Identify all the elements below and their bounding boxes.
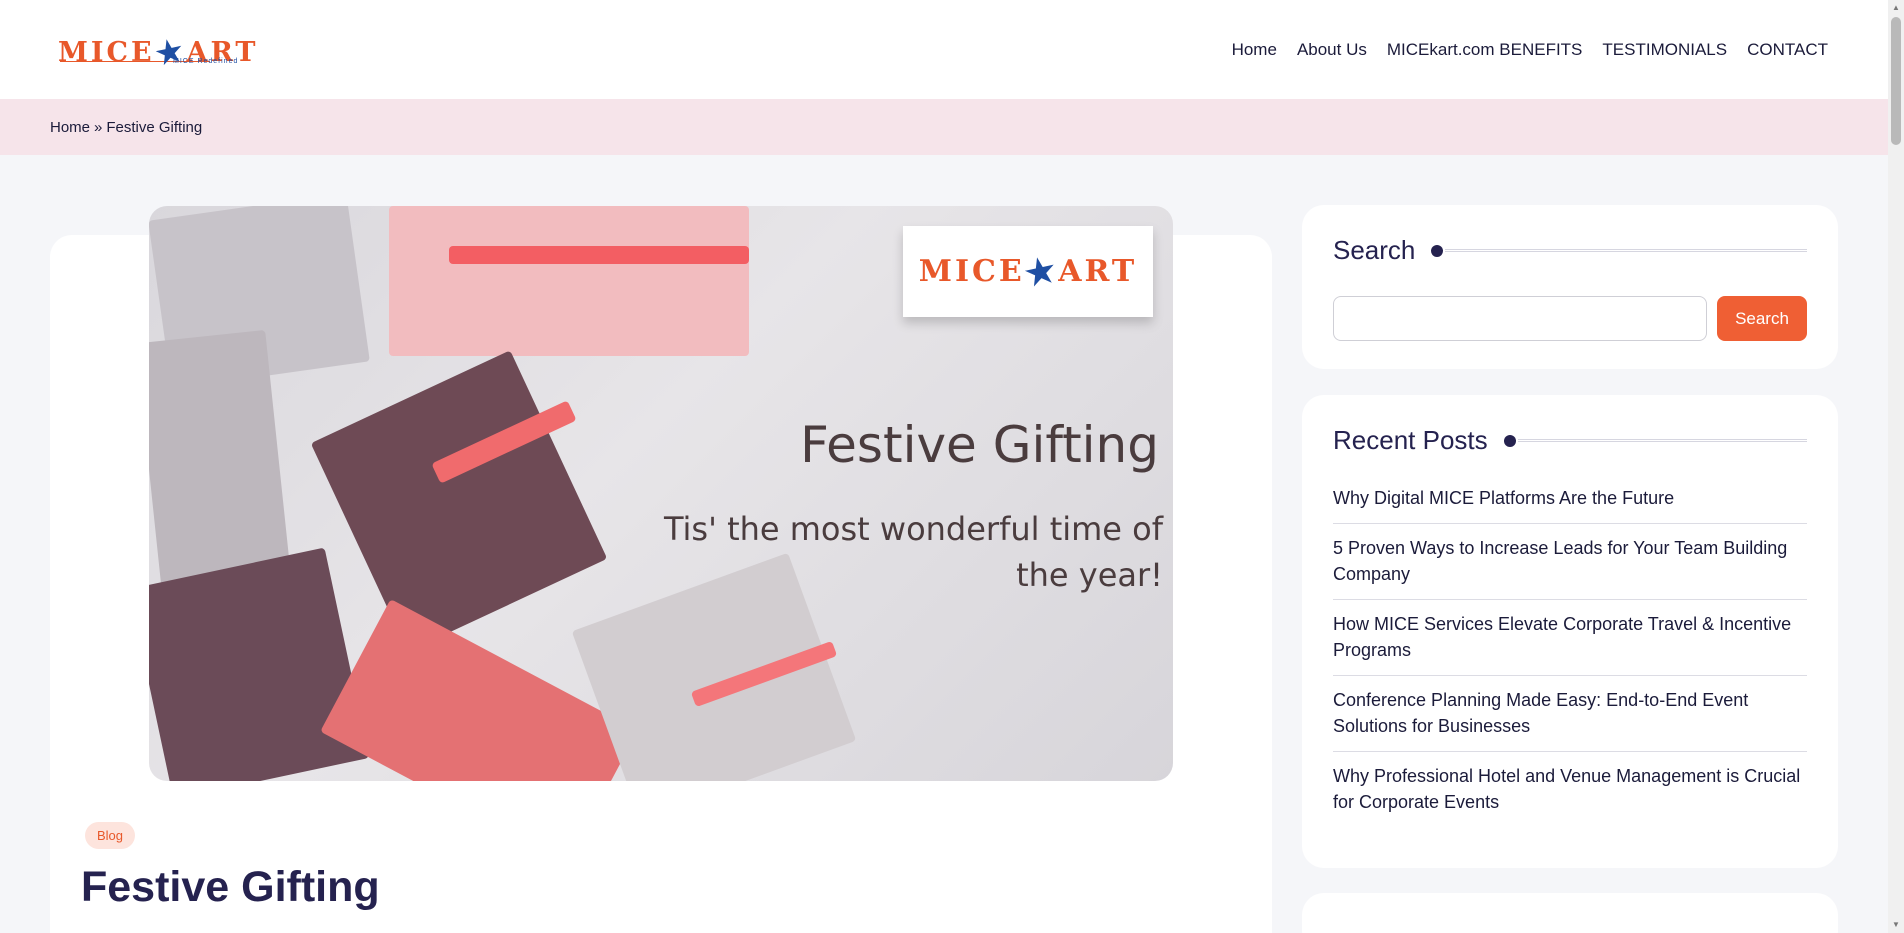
recent-post-link[interactable]: Conference Planning Made Easy: End-to-En… <box>1333 690 1748 736</box>
gift-box-decoration <box>149 547 370 781</box>
scroll-down-icon[interactable]: ▼ <box>1891 920 1901 930</box>
recent-posts-widget: Recent Posts Why Digital MICE Platforms … <box>1302 395 1838 868</box>
search-widget: Search Search <box>1302 205 1838 369</box>
breadcrumb-current: Festive Gifting <box>106 118 203 136</box>
ribbon-decoration <box>449 246 749 264</box>
hero-subtitle: Tis' the most wonderful time of the year… <box>663 510 1163 594</box>
nav-testimonials[interactable]: TESTIMONIALS <box>1592 40 1737 60</box>
gift-box-decoration <box>389 206 749 356</box>
page-scrollbar[interactable]: ▲ ▼ <box>1888 0 1904 933</box>
title-dot-decoration <box>1503 434 1516 447</box>
list-item: 5 Proven Ways to Increase Leads for Your… <box>1333 524 1807 600</box>
logo-text-start: MICE <box>58 36 155 68</box>
list-item: Why Digital MICE Platforms Are the Futur… <box>1333 474 1807 524</box>
breadcrumb: Home » Festive Gifting <box>0 99 1888 155</box>
list-item: Conference Planning Made Easy: End-to-En… <box>1333 676 1807 752</box>
hero-logo-figure-icon: ★ <box>1020 248 1063 295</box>
breadcrumb-separator: » <box>94 118 103 136</box>
search-button[interactable]: Search <box>1717 296 1807 341</box>
recent-post-link[interactable]: Why Professional Hotel and Venue Managem… <box>1333 766 1800 812</box>
hero-logo-text-end: ART <box>1058 254 1138 289</box>
site-logo[interactable]: MICE ★ ART MICE Redefined <box>58 32 259 72</box>
title-dot-decoration <box>1431 244 1444 257</box>
list-item: How MICE Services Elevate Corporate Trav… <box>1333 600 1807 676</box>
featured-image: MICE ★ ART Festive Gifting Tis' the most… <box>149 206 1173 781</box>
recent-posts-title-text: Recent Posts <box>1333 425 1488 455</box>
scroll-up-icon[interactable]: ▲ <box>1891 3 1901 13</box>
breadcrumb-home[interactable]: Home <box>50 119 90 136</box>
hero-logo: MICE ★ ART <box>903 226 1153 317</box>
main-nav: Home About Us MICEkart.com BENEFITS TEST… <box>1222 40 1838 60</box>
recent-post-link[interactable]: Why Digital MICE Platforms Are the Futur… <box>1333 488 1674 508</box>
recent-post-link[interactable]: How MICE Services Elevate Corporate Trav… <box>1333 614 1791 660</box>
recent-posts-list: Why Digital MICE Platforms Are the Futur… <box>1333 474 1807 827</box>
nav-benefits[interactable]: MICEkart.com BENEFITS <box>1377 40 1593 60</box>
recent-posts-title: Recent Posts <box>1333 425 1807 456</box>
scroll-thumb[interactable] <box>1891 17 1901 145</box>
search-input[interactable] <box>1333 296 1707 341</box>
list-item: Why Professional Hotel and Venue Managem… <box>1333 752 1807 827</box>
title-line-decoration <box>1445 249 1807 252</box>
title-line-decoration <box>1517 439 1807 442</box>
nav-about-us[interactable]: About Us <box>1287 40 1377 60</box>
recent-post-link[interactable]: 5 Proven Ways to Increase Leads for Your… <box>1333 538 1787 584</box>
search-widget-title-text: Search <box>1333 235 1416 265</box>
hero-title: Festive Gifting <box>800 416 1159 474</box>
site-header: MICE ★ ART MICE Redefined Home About Us … <box>0 0 1888 99</box>
nav-contact[interactable]: CONTACT <box>1737 40 1838 60</box>
search-widget-title: Search <box>1333 235 1807 266</box>
search-form: Search <box>1333 296 1807 341</box>
nav-home[interactable]: Home <box>1222 40 1287 60</box>
logo-figure-icon: ★ <box>152 31 189 73</box>
next-widget <box>1302 893 1838 933</box>
category-badge[interactable]: Blog <box>85 822 136 849</box>
gift-box-decoration <box>310 350 608 652</box>
hero-logo-text-start: MICE <box>918 254 1025 289</box>
article-title: Festive Gifting <box>81 863 380 911</box>
